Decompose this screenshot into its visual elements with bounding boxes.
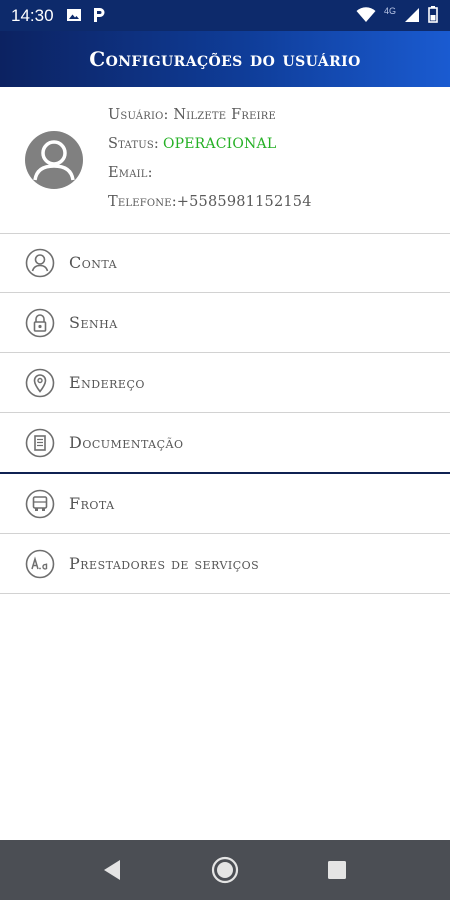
truck-icon bbox=[25, 489, 55, 518]
menu-item-prestadores[interactable]: Prestadores de serviços bbox=[0, 534, 450, 594]
parking-p-icon bbox=[94, 8, 105, 22]
phone-line: Telefone:+5585981152154 bbox=[108, 194, 312, 210]
menu-item-frota[interactable]: Frota bbox=[0, 474, 450, 534]
location-pin-icon bbox=[25, 368, 55, 397]
user-name: Usuário: Nilzete Freire bbox=[108, 107, 276, 123]
status-time: 14:30 bbox=[11, 6, 54, 25]
user-avatar-icon bbox=[33, 140, 75, 181]
menu-label: Documentação bbox=[69, 433, 184, 452]
menu-item-senha[interactable]: Senha bbox=[0, 293, 450, 353]
home-icon[interactable] bbox=[209, 854, 241, 886]
status-line: Status: OPERACIONAL bbox=[108, 136, 312, 165]
android-nav-bar bbox=[0, 840, 450, 900]
back-icon[interactable] bbox=[97, 854, 129, 886]
menu-label: Prestadores de serviços bbox=[69, 554, 260, 573]
signal-icon bbox=[405, 7, 419, 22]
wifi-icon bbox=[356, 6, 376, 22]
menu-item-documentacao[interactable]: Documentação bbox=[0, 413, 450, 474]
menu-label: Frota bbox=[69, 494, 115, 513]
settings-menu: Conta Senha Endereço Documentação Frota … bbox=[0, 233, 450, 594]
status-bar: 14:30 4G bbox=[0, 0, 450, 31]
menu-label: Conta bbox=[69, 253, 118, 272]
status-label: Status: bbox=[108, 136, 159, 152]
network-type: 4G bbox=[383, 5, 396, 16]
lock-icon bbox=[25, 308, 55, 337]
app-header: Configurações do usuário bbox=[0, 31, 450, 87]
aa-icon bbox=[25, 549, 55, 578]
person-icon bbox=[25, 248, 55, 277]
image-icon bbox=[67, 9, 81, 21]
menu-item-endereco[interactable]: Endereço bbox=[0, 353, 450, 413]
menu-label: Endereço bbox=[69, 373, 145, 392]
status-badge: OPERACIONAL bbox=[162, 136, 277, 152]
profile-section: Usuário: Nilzete Freire Status: OPERACION… bbox=[0, 87, 450, 234]
email-line: Email: bbox=[108, 165, 153, 181]
battery-icon bbox=[428, 6, 438, 23]
avatar bbox=[25, 131, 83, 189]
page-title: Configurações do usuário bbox=[89, 47, 361, 71]
recents-icon[interactable] bbox=[321, 854, 353, 886]
menu-item-conta[interactable]: Conta bbox=[0, 233, 450, 293]
menu-label: Senha bbox=[69, 313, 118, 332]
document-icon bbox=[25, 428, 55, 457]
